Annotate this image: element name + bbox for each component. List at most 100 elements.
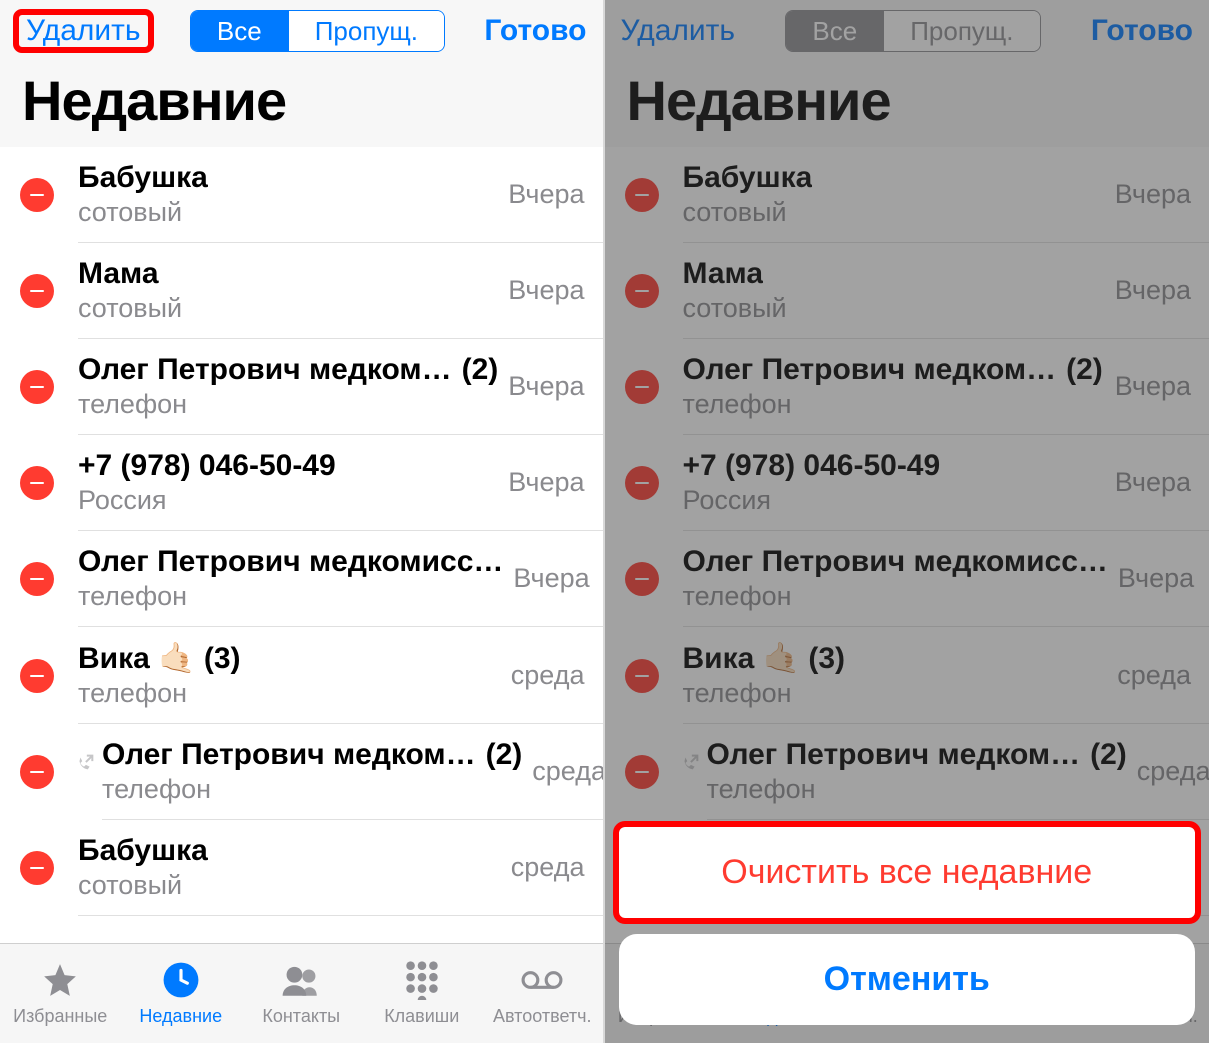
call-subtext: телефон: [102, 774, 522, 805]
delete-row-button[interactable]: [20, 370, 54, 404]
tab-label: Контакты: [262, 1006, 340, 1027]
call-name: Олег Петрович медкомисс…: [683, 545, 1108, 579]
call-time: Вчера: [1115, 371, 1191, 402]
delete-row-button[interactable]: [625, 562, 659, 596]
segment-missed[interactable]: Пропущ.: [288, 11, 444, 51]
call-subtext: сотовый: [683, 197, 1105, 228]
call-row[interactable]: БабушкасотовыйВчера: [0, 147, 603, 243]
tab-label: Автоответч.: [493, 1006, 591, 1027]
delete-row-button[interactable]: [625, 659, 659, 693]
page-title: Недавние: [621, 68, 1194, 133]
delete-row-button[interactable]: [625, 274, 659, 308]
header: Удалить Все Пропущ. Готово Недавние: [605, 0, 1209, 147]
call-time: среда: [1137, 756, 1209, 787]
call-subtext: сотовый: [78, 197, 498, 228]
tab-label: Недавние: [139, 1006, 222, 1027]
call-name: Бабушка: [683, 161, 813, 195]
clock-icon: [160, 960, 202, 1000]
delete-row-button[interactable]: [20, 562, 54, 596]
call-name: Олег Петрович медком…: [683, 353, 1057, 387]
cancel-button[interactable]: Отменить: [619, 934, 1196, 1025]
call-subtext: телефон: [683, 389, 1105, 420]
call-name: Олег Петрович медком…: [78, 353, 452, 387]
call-subtext: телефон: [683, 581, 1108, 612]
delete-button[interactable]: Удалить: [621, 14, 736, 48]
recents-list: БабушкасотовыйВчераМамасотовыйВчераОлег …: [605, 147, 1209, 943]
call-count: (2): [462, 353, 499, 387]
delete-row-button[interactable]: [20, 755, 54, 789]
page-title: Недавние: [16, 68, 587, 133]
tab-recents[interactable]: Недавние: [121, 944, 242, 1043]
delete-row-button[interactable]: [625, 370, 659, 404]
tab-bar: Избранные Недавние Контакты Кл: [0, 943, 603, 1043]
done-button[interactable]: Готово: [1091, 14, 1193, 48]
tab-favorites[interactable]: Избранные: [0, 944, 121, 1043]
segmented-control[interactable]: Все Пропущ.: [190, 10, 445, 52]
delete-row-button[interactable]: [20, 851, 54, 885]
call-name: Бабушка: [78, 161, 208, 195]
call-row-body: Олег Петрович медкомисс…телефонВчера: [683, 531, 1209, 627]
call-row[interactable]: Вика 🤙🏻 (3)телефон среда: [0, 627, 603, 724]
call-subtext: телефон: [78, 678, 501, 709]
call-row[interactable]: Олег Петрович медкомисс…телефонВчера: [0, 531, 603, 627]
delete-row-button[interactable]: [625, 178, 659, 212]
call-row[interactable]: Олег Петрович медкомисс…телефонВчера: [605, 531, 1209, 627]
call-row[interactable]: +7 (978) 046-50-49Россия Вчера: [0, 435, 603, 531]
call-row[interactable]: +7 (978) 046-50-49РоссияВчера: [605, 435, 1209, 531]
action-sheet: Очистить все недавние Отменить: [619, 827, 1196, 1025]
delete-row-button[interactable]: [625, 466, 659, 500]
call-name: Мама: [78, 257, 159, 291]
tab-voicemail[interactable]: Автоответч.: [482, 944, 603, 1043]
tab-label: Избранные: [13, 1006, 107, 1027]
call-time: Вчера: [508, 371, 584, 402]
call-time: Вчера: [508, 467, 584, 498]
call-row-body: МамасотовыйВчера: [683, 243, 1209, 339]
call-row[interactable]: Олег Петрович медком…(2)телефонсреда: [605, 724, 1209, 820]
call-time: среда: [532, 756, 602, 787]
outgoing-call-icon: [74, 752, 98, 776]
call-row-body: БабушкасотовыйВчера: [683, 147, 1209, 243]
call-count: (2): [1066, 353, 1103, 387]
delete-row-button[interactable]: [20, 178, 54, 212]
call-row-body: Вика 🤙🏻 (3)телефонсреда: [683, 627, 1209, 724]
call-row[interactable]: Олег Петрович медком…(2)телефонсреда: [0, 724, 603, 820]
delete-row-button[interactable]: [20, 274, 54, 308]
call-name: Вика 🤙🏻 (3): [78, 641, 241, 676]
recents-list: БабушкасотовыйВчераМамасотовыйВчераОлег …: [0, 147, 603, 943]
call-name: Мама: [683, 257, 764, 291]
call-row-body: Олег Петрович медком… (2)телефон Вчера: [683, 339, 1209, 435]
call-name: +7 (978) 046-50-49: [78, 449, 336, 483]
call-row[interactable]: Олег Петрович медком…(2)телефонВчера: [0, 339, 603, 435]
call-subtext: Россия: [78, 485, 498, 516]
call-row-body: +7 (978) 046-50-49Россия Вчера: [78, 435, 603, 531]
call-row[interactable]: МамасотовыйВчера: [0, 243, 603, 339]
delete-button[interactable]: Удалить: [16, 12, 151, 50]
segment-all[interactable]: Все: [786, 11, 883, 51]
call-row[interactable]: Бабушкасотовыйсреда: [0, 820, 603, 916]
screen-recents-edit: Удалить Все Пропущ. Готово Недавние Бабу…: [0, 0, 605, 1043]
segment-missed[interactable]: Пропущ.: [883, 11, 1039, 51]
call-subtext: телефон: [78, 581, 503, 612]
call-time: среда: [511, 660, 585, 691]
screen-recents-action-sheet: Удалить Все Пропущ. Готово Недавние Бабу…: [605, 0, 1209, 1043]
tab-keypad[interactable]: Клавиши: [362, 944, 483, 1043]
call-subtext: сотовый: [78, 293, 498, 324]
call-subtext: сотовый: [78, 870, 501, 901]
delete-row-button[interactable]: [625, 755, 659, 789]
delete-row-button[interactable]: [20, 466, 54, 500]
segment-all[interactable]: Все: [191, 11, 288, 51]
segmented-control[interactable]: Все Пропущ.: [785, 10, 1040, 52]
call-name: Бабушка: [78, 834, 208, 868]
call-row[interactable]: Вика 🤙🏻 (3)телефонсреда: [605, 627, 1209, 724]
call-row[interactable]: БабушкасотовыйВчера: [605, 147, 1209, 243]
call-name: Олег Петрович медком…: [707, 738, 1081, 772]
delete-row-button[interactable]: [20, 659, 54, 693]
voicemail-icon: [521, 960, 563, 1000]
tab-contacts[interactable]: Контакты: [241, 944, 362, 1043]
call-name: +7 (978) 046-50-49: [683, 449, 941, 483]
call-row[interactable]: МамасотовыйВчера: [605, 243, 1209, 339]
clear-all-recents-button[interactable]: Очистить все недавние: [619, 827, 1196, 918]
done-button[interactable]: Готово: [484, 14, 586, 48]
call-row[interactable]: Олег Петрович медком… (2)телефон Вчера: [605, 339, 1209, 435]
star-icon: [39, 960, 81, 1000]
